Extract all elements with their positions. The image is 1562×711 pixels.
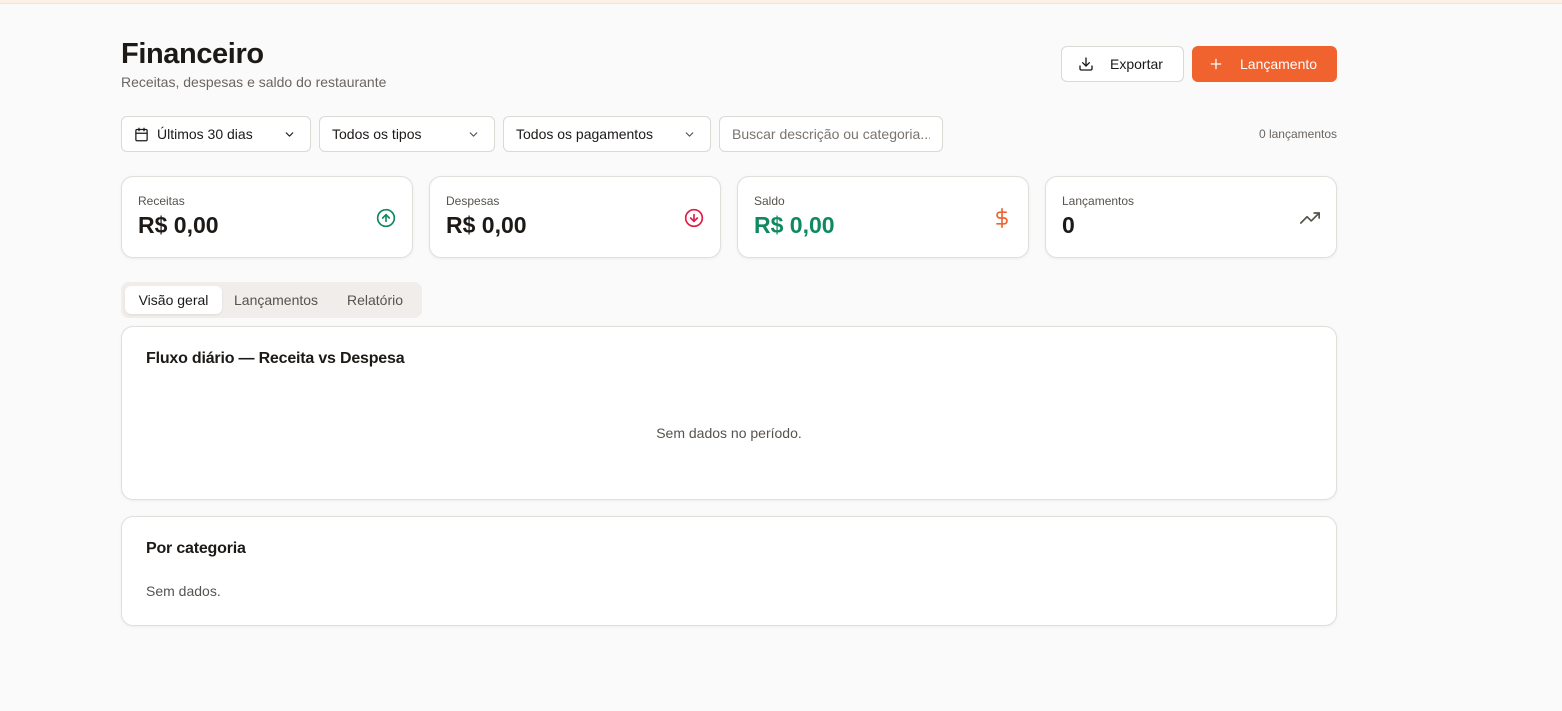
export-button[interactable]: Exportar <box>1061 46 1184 82</box>
stat-card-balance: Saldo R$ 0,00 <box>737 176 1029 258</box>
payment-select-value: Todos os pagamentos <box>516 126 653 142</box>
tab-list: Visão geral Lançamentos Relatório <box>121 282 422 318</box>
entries-count: 0 lançamentos <box>1258 127 1337 141</box>
stat-value: 0 <box>1062 212 1075 238</box>
plus-icon <box>1209 57 1223 71</box>
period-select[interactable]: Últimos 30 dias <box>121 116 311 152</box>
page-subtitle: Receitas, despesas e saldo do restaurant… <box>121 74 387 90</box>
stat-value: R$ 0,00 <box>754 212 835 238</box>
dollar-sign-icon <box>992 208 1012 228</box>
daily-flow-card: Fluxo diário — Receita vs Despesa Sem da… <box>121 326 1337 500</box>
export-button-label: Exportar <box>1110 56 1163 72</box>
type-select[interactable]: Todos os tipos <box>319 116 495 152</box>
stat-card-revenue: Receitas R$ 0,00 <box>121 176 413 258</box>
category-title: Por categoria <box>146 540 246 557</box>
stat-card-entries: Lançamentos 0 <box>1045 176 1337 258</box>
tab-overview[interactable]: Visão geral <box>125 286 222 314</box>
tab-entries[interactable]: Lançamentos <box>234 286 318 314</box>
category-empty-text: Sem dados. <box>146 583 221 599</box>
stat-label: Saldo <box>754 194 785 208</box>
payment-select[interactable]: Todos os pagamentos <box>503 116 711 152</box>
calendar-icon <box>134 127 149 142</box>
stat-card-expenses: Despesas R$ 0,00 <box>429 176 721 258</box>
trending-up-icon <box>1300 208 1320 228</box>
new-entry-button[interactable]: Lançamento <box>1192 46 1337 82</box>
daily-flow-empty-text: Sem dados no período. <box>656 425 802 441</box>
new-entry-button-label: Lançamento <box>1240 56 1318 72</box>
arrow-up-circle-icon <box>376 208 396 228</box>
stat-label: Lançamentos <box>1062 194 1135 208</box>
tab-report[interactable]: Relatório <box>347 286 403 314</box>
chevron-down-icon <box>683 128 696 141</box>
search-input[interactable] <box>719 116 943 152</box>
daily-flow-title: Fluxo diário — Receita vs Despesa <box>146 350 405 367</box>
chevron-down-icon <box>283 128 296 141</box>
stat-value: R$ 0,00 <box>446 212 527 238</box>
stat-value: R$ 0,00 <box>138 212 219 238</box>
arrow-down-circle-icon <box>684 208 704 228</box>
chevron-down-icon <box>467 128 480 141</box>
download-icon <box>1078 56 1094 72</box>
top-strip <box>0 0 1562 4</box>
page-title: Financeiro <box>121 38 264 70</box>
type-select-value: Todos os tipos <box>332 126 422 142</box>
period-select-value: Últimos 30 dias <box>157 126 253 142</box>
stat-label: Receitas <box>138 194 185 208</box>
category-card: Por categoria Sem dados. <box>121 516 1337 626</box>
stat-label: Despesas <box>446 194 500 208</box>
